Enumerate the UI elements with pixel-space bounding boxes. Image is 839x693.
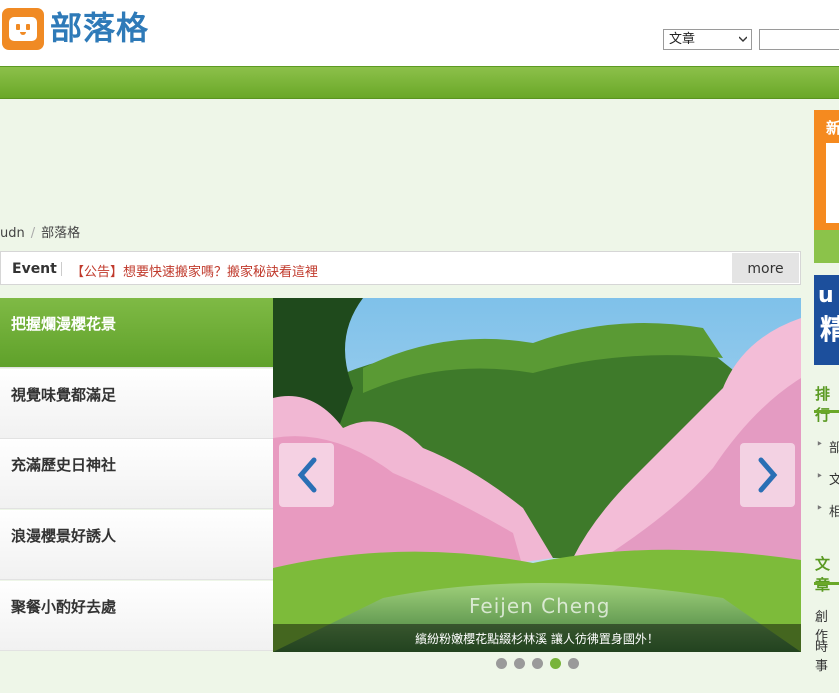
- featured-topic-menu: 把握爛漫櫻花景 視覺味覺都滿足 充滿歷史日神社 浪漫櫻景好誘人 聚餐小酌好去處: [0, 298, 283, 652]
- event-announcement-link[interactable]: 【公告】想要快速搬家嗎？搬家秘訣看這裡: [71, 261, 318, 280]
- menu-item-visual-taste[interactable]: 視覺味覺都滿足: [0, 369, 273, 439]
- menu-item-label: 視覺味覺都滿足: [11, 386, 117, 404]
- search-type-value: 文章: [669, 32, 696, 47]
- bullet-icon: ‣: [816, 469, 824, 483]
- chevron-right-icon: [758, 457, 778, 493]
- search-input[interactable]: [759, 29, 839, 50]
- sidebar-green-strip: [814, 230, 839, 263]
- sidebar-banner-blue-text-top: u: [818, 283, 834, 308]
- menu-item-romantic-sakura[interactable]: 浪漫櫻景好誘人: [0, 510, 273, 580]
- slider-dot-1[interactable]: [496, 658, 507, 669]
- photo-watermark: Feijen Cheng: [469, 594, 611, 618]
- chevron-left-icon: [297, 457, 317, 493]
- menu-item-historic-shrine[interactable]: 充滿歷史日神社: [0, 439, 273, 509]
- event-label: Event: [12, 261, 57, 277]
- menu-item-label: 充滿歷史日神社: [11, 456, 117, 474]
- event-announcement-bar: Event 【公告】想要快速搬家嗎？搬家秘訣看這裡 more: [0, 251, 801, 285]
- sidebar-ranking-underline: [814, 410, 839, 413]
- bullet-icon: ‣: [816, 501, 824, 515]
- menu-item-dining-spots[interactable]: 聚餐小酌好去處: [0, 581, 273, 651]
- breadcrumb-item-udn[interactable]: udn: [0, 226, 25, 241]
- featured-image-slider[interactable]: Feijen Cheng 繽紛粉嫩櫻花點綴杉林溪 讓人彷彿置身國外！: [273, 298, 801, 652]
- sidebar-articles-item-2[interactable]: 時事: [815, 636, 839, 674]
- sidebar-banner-orange-inner: [826, 143, 839, 223]
- menu-item-label: 把握爛漫櫻花景: [11, 315, 117, 333]
- sidebar-ranking-item-3[interactable]: 相: [829, 501, 839, 520]
- search-type-select[interactable]: 文章: [663, 29, 752, 50]
- event-divider: [61, 262, 62, 276]
- bullet-icon: ‣: [816, 437, 824, 451]
- slider-dot-4[interactable]: [550, 658, 561, 669]
- udn-logo-icon[interactable]: [2, 8, 44, 50]
- breadcrumb-item-blog[interactable]: 部落格: [41, 226, 80, 241]
- sidebar-ranking-item-1[interactable]: 部: [829, 437, 839, 456]
- site-logo-text[interactable]: 部落格: [50, 8, 149, 48]
- slider-dot-3[interactable]: [532, 658, 543, 669]
- slider-prev-button[interactable]: [279, 443, 334, 507]
- menu-item-label: 浪漫櫻景好誘人: [11, 527, 117, 545]
- sidebar-articles-underline: [814, 582, 839, 585]
- more-button[interactable]: more: [732, 253, 799, 283]
- slider-caption[interactable]: 繽紛粉嫩櫻花點綴杉林溪 讓人彷彿置身國外！: [273, 630, 801, 647]
- sidebar-ranking-item-2[interactable]: 文: [829, 469, 839, 488]
- sidebar-banner-orange-text: 新: [826, 119, 839, 137]
- slider-dot-5[interactable]: [568, 658, 579, 669]
- breadcrumb: udn / 部落格: [0, 226, 81, 241]
- sidebar-banner-blue-text-bottom: 精: [820, 313, 839, 346]
- menu-item-label: 聚餐小酌好去處: [11, 598, 117, 616]
- slider-dot-2[interactable]: [514, 658, 525, 669]
- main-nav-bar: [0, 66, 839, 99]
- site-header: 部落格 文章: [0, 0, 839, 66]
- menu-item-sakura-scenery[interactable]: 把握爛漫櫻花景: [0, 298, 283, 368]
- sidebar-articles-title: 文章: [815, 555, 831, 594]
- slider-next-button[interactable]: [740, 443, 795, 507]
- chevron-down-icon: [739, 36, 747, 42]
- sidebar-ranking-title: 排行: [815, 385, 831, 424]
- slider-caption-bar: 繽紛粉嫩櫻花點綴杉林溪 讓人彷彿置身國外！: [273, 624, 801, 652]
